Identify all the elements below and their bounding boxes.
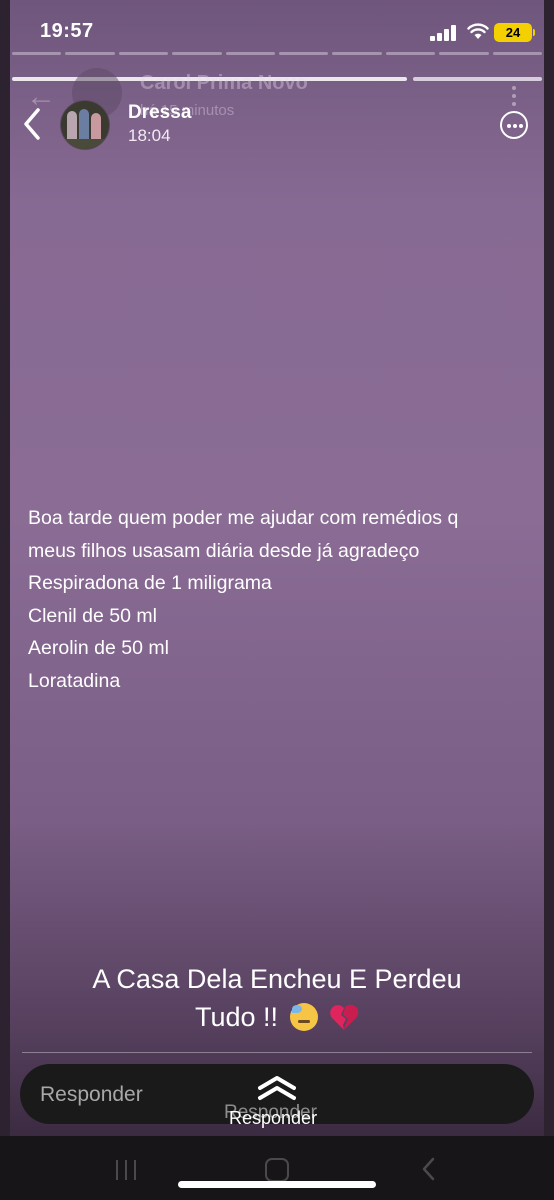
divider	[22, 1052, 532, 1053]
story-line: Clenil de 50 ml	[28, 604, 157, 627]
status-time: 19:57	[40, 20, 94, 42]
caption-line-2: Tudo !!	[20, 998, 534, 1036]
broken-heart-icon	[330, 1004, 359, 1030]
caption-line-1: A Casa Dela Encheu E Perdeu	[92, 964, 462, 994]
caption-line-2-text: Tudo !!	[194, 1002, 278, 1032]
back-icon[interactable]	[418, 1156, 440, 1182]
swipe-reply-label[interactable]: Responder	[229, 1108, 317, 1129]
story-text-body: Boa tarde quem poder me ajudar com reméd…	[28, 502, 528, 697]
reply-placeholder: Responder	[40, 1083, 143, 1106]
story-line: Loratadina	[28, 669, 121, 692]
chevron-up-icon[interactable]	[255, 1075, 299, 1101]
downcast-sweat-emoji-icon	[289, 1003, 318, 1031]
story-timestamp: 18:04	[128, 126, 171, 145]
ghost-more-icon	[512, 86, 518, 108]
ghost-user-name: Carol Prima Novo	[140, 72, 308, 94]
story-line: Respiradona de 1 miligrama	[28, 572, 272, 594]
more-options-button[interactable]	[500, 111, 528, 139]
recent-apps-icon[interactable]	[114, 1160, 138, 1180]
chevron-left-icon[interactable]	[18, 104, 48, 144]
story-line: Aerolin de 50 ml	[28, 637, 169, 659]
avatar[interactable]	[60, 100, 110, 150]
story-line: Boa tarde quem poder me ajudar com reméd…	[28, 507, 459, 529]
status-bar: 19:57 24	[0, 0, 554, 60]
home-indicator[interactable]	[178, 1181, 376, 1188]
progress-segment-next	[413, 77, 542, 81]
story-screen: 19:57 24 ← Carol Prima Novo há 15 minuto…	[0, 0, 554, 1200]
home-icon[interactable]	[265, 1158, 289, 1182]
story-line: meus filhos usasam diária desde já agrad…	[28, 539, 420, 562]
wifi-icon	[467, 23, 489, 39]
story-caption: A Casa Dela Encheu E Perdeu Tudo !!	[20, 960, 534, 1036]
next-story-edge	[544, 0, 554, 1140]
story-user-name[interactable]: Dressa	[128, 102, 191, 124]
previous-story-edge	[0, 0, 10, 1140]
cellular-signal-icon	[430, 25, 462, 41]
battery-indicator: 24	[494, 23, 535, 42]
story-progress-ghost	[12, 52, 543, 56]
